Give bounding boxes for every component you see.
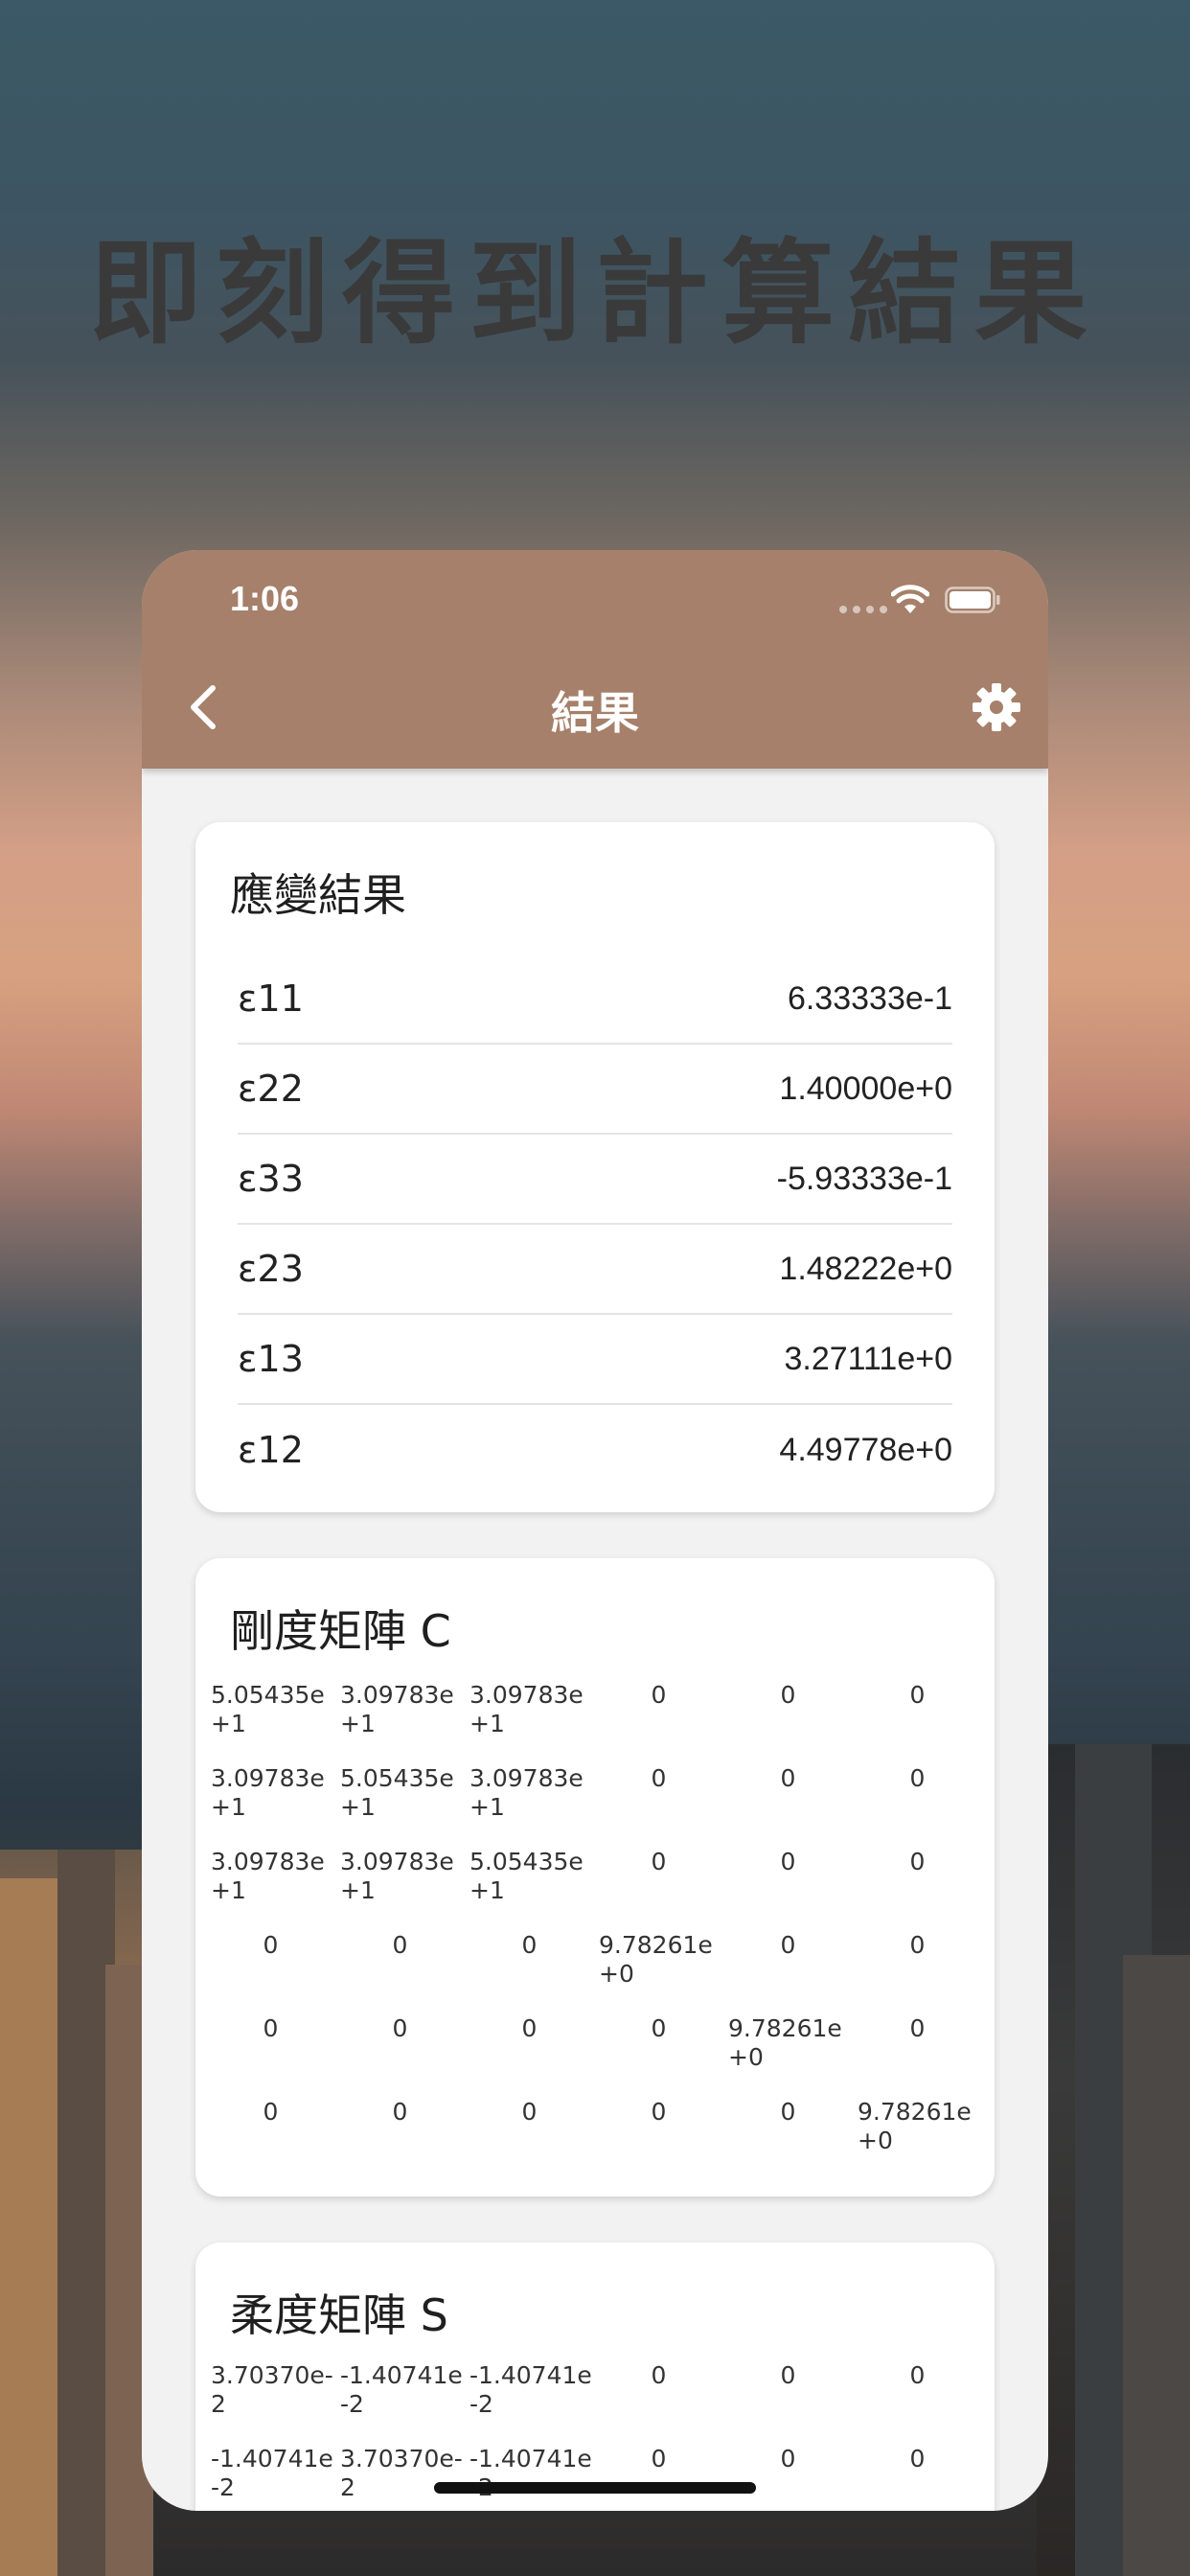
strain-row: ε11 6.33333e-1: [238, 954, 952, 1045]
promo-headline: 即刻得到計算結果: [88, 227, 1101, 359]
matrix-cell: 0: [392, 2014, 408, 2042]
strain-label: ε33: [238, 1158, 304, 1200]
stiffness-matrix: 5.05435e+1 3.09783e+1 3.09783e+1 0 0 0 3.09783…: [211, 1681, 987, 2181]
matrix-cell: 0: [780, 1931, 796, 1959]
home-indicator: [434, 2482, 756, 2494]
matrix-cell: 0: [909, 1764, 926, 1792]
matrix-cell: 0: [263, 1931, 279, 1959]
strain-row: ε22 1.40000e+0: [238, 1045, 952, 1135]
matrix-cell: 3.09783e+1: [211, 1848, 325, 1904]
matrix-cell: -1.40741e-2: [469, 2445, 592, 2501]
strain-label: ε13: [238, 1338, 304, 1380]
wifi-icon: [891, 585, 929, 613]
matrix-cell: 0: [909, 1681, 926, 1709]
matrix-cell: 0: [263, 2014, 279, 2042]
signal-dots-icon: [839, 606, 887, 613]
status-time: 1:06: [230, 579, 300, 618]
battery-icon: [945, 586, 1000, 613]
strain-card-title: 應變結果: [230, 869, 406, 921]
matrix-cell: 3.09783e+1: [340, 1681, 454, 1737]
matrix-cell: -1.40741e-2: [469, 2361, 592, 2418]
strain-row: ε13 3.27111e+0: [238, 1315, 952, 1405]
compliance-card-title: 柔度矩陣 S: [230, 2289, 448, 2341]
matrix-cell: 0: [392, 2098, 408, 2126]
stiffness-matrix-card: 剛度矩陣 C 5.05435e+1 3.09783e+1 3.09783e+1 0 0 0…: [195, 1558, 995, 2196]
matrix-cell: 5.05435e+1: [211, 1681, 325, 1737]
background-city-right: [1037, 1744, 1190, 2576]
strain-label: ε22: [238, 1068, 304, 1110]
strain-results-card: 應變結果 ε11 6.33333e-1 ε22 1.40000e+0 ε33 -…: [195, 822, 995, 1512]
matrix-cell: 0: [651, 2098, 667, 2126]
strain-label: ε11: [238, 978, 304, 1020]
matrix-cell: 0: [521, 2014, 538, 2042]
matrix-cell: 3.09783e+1: [340, 1848, 454, 1904]
strain-value: 6.33333e-1: [787, 979, 952, 1017]
matrix-cell: 0: [521, 2098, 538, 2126]
matrix-cell: 0: [780, 2098, 796, 2126]
matrix-cell: 0: [909, 2014, 926, 2042]
matrix-cell: 3.70370e-2: [340, 2445, 463, 2501]
results-scroll-area[interactable]: 應變結果 ε11 6.33333e-1 ε22 1.40000e+0 ε33 -…: [142, 769, 1048, 2511]
matrix-cell: 0: [780, 2445, 796, 2472]
background-city-left: [0, 1850, 153, 2576]
compliance-matrix-card: 柔度矩陣 S 3.70370e-2 -1.40741e-2 -1.40741e-2 0…: [195, 2242, 995, 2511]
stiffness-card-title: 剛度矩陣 C: [230, 1605, 451, 1657]
strain-value: -5.93333e-1: [776, 1160, 952, 1197]
matrix-cell: -1.40741e-2: [340, 2361, 463, 2418]
matrix-cell: 0: [909, 1848, 926, 1875]
matrix-cell: 0: [651, 1681, 667, 1709]
matrix-cell: 3.09783e+1: [211, 1764, 325, 1821]
matrix-cell: 0: [521, 1931, 538, 1959]
matrix-cell: 0: [263, 2098, 279, 2126]
matrix-cell: 5.05435e+1: [340, 1764, 454, 1821]
matrix-cell: 0: [651, 2361, 667, 2389]
strain-label: ε12: [238, 1429, 304, 1471]
matrix-cell: 0: [780, 1764, 796, 1792]
strain-value: 3.27111e+0: [784, 1340, 952, 1377]
matrix-cell: 5.05435e+1: [469, 1848, 584, 1904]
matrix-cell: 9.78261e+0: [599, 1931, 713, 1988]
matrix-cell: 0: [780, 1681, 796, 1709]
phone-screen: 1:06 結果 應變結果 ε11 6.33333e-1 ε22 1.40000e…: [142, 550, 1048, 2511]
matrix-cell: 0: [909, 2361, 926, 2389]
matrix-cell: 3.09783e+1: [469, 1681, 584, 1737]
navigation-bar: 1:06 結果: [142, 550, 1048, 769]
strain-value: 1.48222e+0: [779, 1250, 952, 1287]
matrix-cell: 0: [392, 1931, 408, 1959]
strain-value: 4.49778e+0: [779, 1431, 952, 1468]
matrix-cell: 0: [651, 2445, 667, 2472]
matrix-cell: 3.09783e+1: [469, 1764, 584, 1821]
matrix-cell: 0: [780, 1848, 796, 1875]
matrix-cell: -1.40741e-2: [211, 2445, 333, 2501]
page-title: 結果: [551, 687, 639, 739]
matrix-cell: 9.78261e+0: [728, 2014, 842, 2071]
strain-value: 1.40000e+0: [779, 1070, 952, 1107]
matrix-cell: 0: [909, 2445, 926, 2472]
matrix-cell: 3.70370e-2: [211, 2361, 333, 2418]
matrix-cell: 9.78261e+0: [858, 2098, 972, 2154]
gear-icon[interactable]: [972, 682, 1021, 732]
strain-row: ε33 -5.93333e-1: [238, 1135, 952, 1225]
strain-label: ε23: [238, 1248, 304, 1290]
matrix-cell: 0: [780, 2361, 796, 2389]
matrix-cell: 0: [651, 1764, 667, 1792]
matrix-cell: 0: [651, 2014, 667, 2042]
strain-row: ε23 1.48222e+0: [238, 1225, 952, 1315]
matrix-cell: 0: [909, 1931, 926, 1959]
strain-row: ε12 4.49778e+0: [238, 1405, 952, 1495]
matrix-cell: 0: [651, 1848, 667, 1875]
